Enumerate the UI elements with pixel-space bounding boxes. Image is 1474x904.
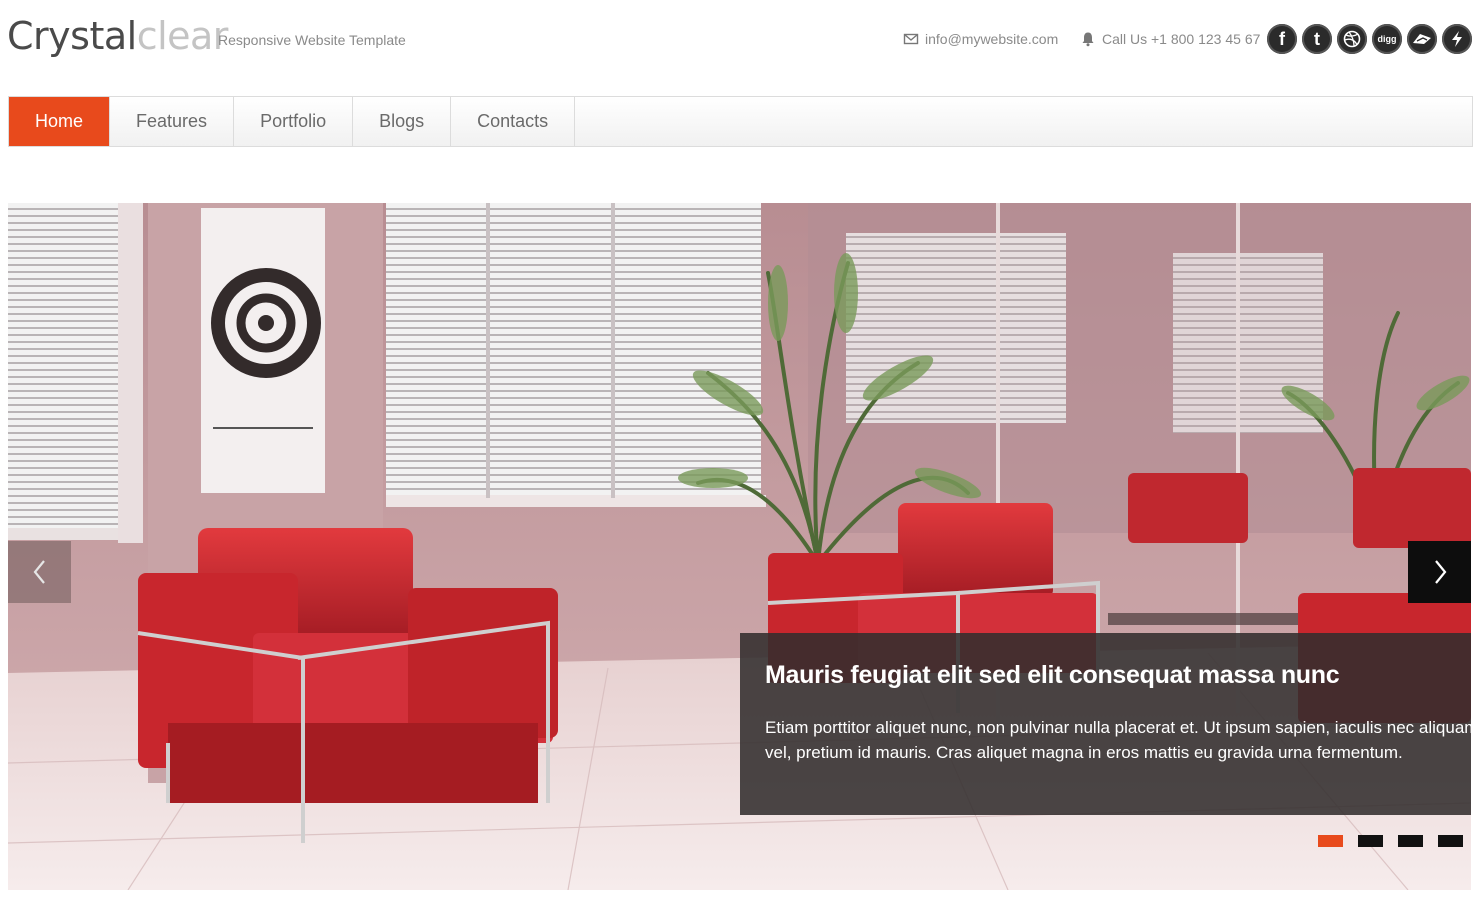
slider-pagination: [1318, 835, 1463, 847]
logo-text-primary: Crystal: [7, 14, 137, 58]
slider-dot-1[interactable]: [1318, 835, 1343, 847]
nav-item-blogs[interactable]: Blogs: [353, 97, 452, 146]
slider-dot-3[interactable]: [1398, 835, 1423, 847]
site-logo[interactable]: Crystalclear: [7, 14, 228, 58]
contact-phone: Call Us +1 800 123 45 67: [1080, 31, 1260, 47]
nav-item-features[interactable]: Features: [110, 97, 235, 146]
tumblr-glyph: t: [1314, 28, 1320, 49]
flash-icon-graphic: [1452, 31, 1462, 47]
slider-prev-button[interactable]: [8, 541, 71, 603]
nav-item-home[interactable]: Home: [9, 97, 111, 146]
slide-caption-title: Mauris feugiat elit sed elit consequat m…: [765, 661, 1340, 689]
digg-glyph: digg: [1377, 34, 1397, 44]
site-header: Crystalclear Responsive Website Template…: [0, 0, 1474, 96]
logo-text-secondary: clear: [136, 14, 229, 58]
contact-email-text: info@mywebsite.com: [925, 31, 1059, 47]
dribbble-icon[interactable]: [1337, 24, 1367, 54]
tumblr-icon[interactable]: t: [1302, 24, 1332, 54]
digg-icon[interactable]: digg: [1372, 24, 1402, 54]
hero-slider: Mauris feugiat elit sed elit consequat m…: [8, 203, 1471, 890]
envelope-icon: [903, 33, 919, 45]
delicious-icon-graphic: [1413, 34, 1431, 44]
nav-item-contacts[interactable]: Contacts: [451, 97, 576, 146]
site-tagline: Responsive Website Template: [218, 32, 406, 48]
contact-email[interactable]: info@mywebsite.com: [903, 31, 1058, 47]
facebook-glyph: f: [1279, 28, 1285, 49]
chevron-right-icon: [1434, 560, 1446, 584]
facebook-icon[interactable]: f: [1267, 24, 1297, 54]
slider-dot-2[interactable]: [1358, 835, 1383, 847]
delicious-icon[interactable]: [1407, 24, 1437, 54]
dribbble-icon-graphic: [1343, 30, 1361, 48]
slider-next-button[interactable]: [1408, 541, 1471, 603]
slide-caption-text: Etiam porttitor aliquet nunc, non pulvin…: [765, 718, 1471, 762]
chevron-left-icon: [33, 560, 45, 584]
slider-dot-4[interactable]: [1438, 835, 1463, 847]
main-navigation: Home Features Portfolio Blogs Contacts: [8, 96, 1473, 147]
flash-icon[interactable]: [1442, 24, 1472, 54]
nav-item-portfolio[interactable]: Portfolio: [234, 97, 354, 146]
slide-caption: Mauris feugiat elit sed elit consequat m…: [740, 633, 1471, 815]
social-links: f t digg: [1267, 24, 1472, 54]
bell-icon: [1082, 32, 1094, 47]
contact-phone-text: Call Us +1 800 123 45 67: [1102, 31, 1261, 47]
